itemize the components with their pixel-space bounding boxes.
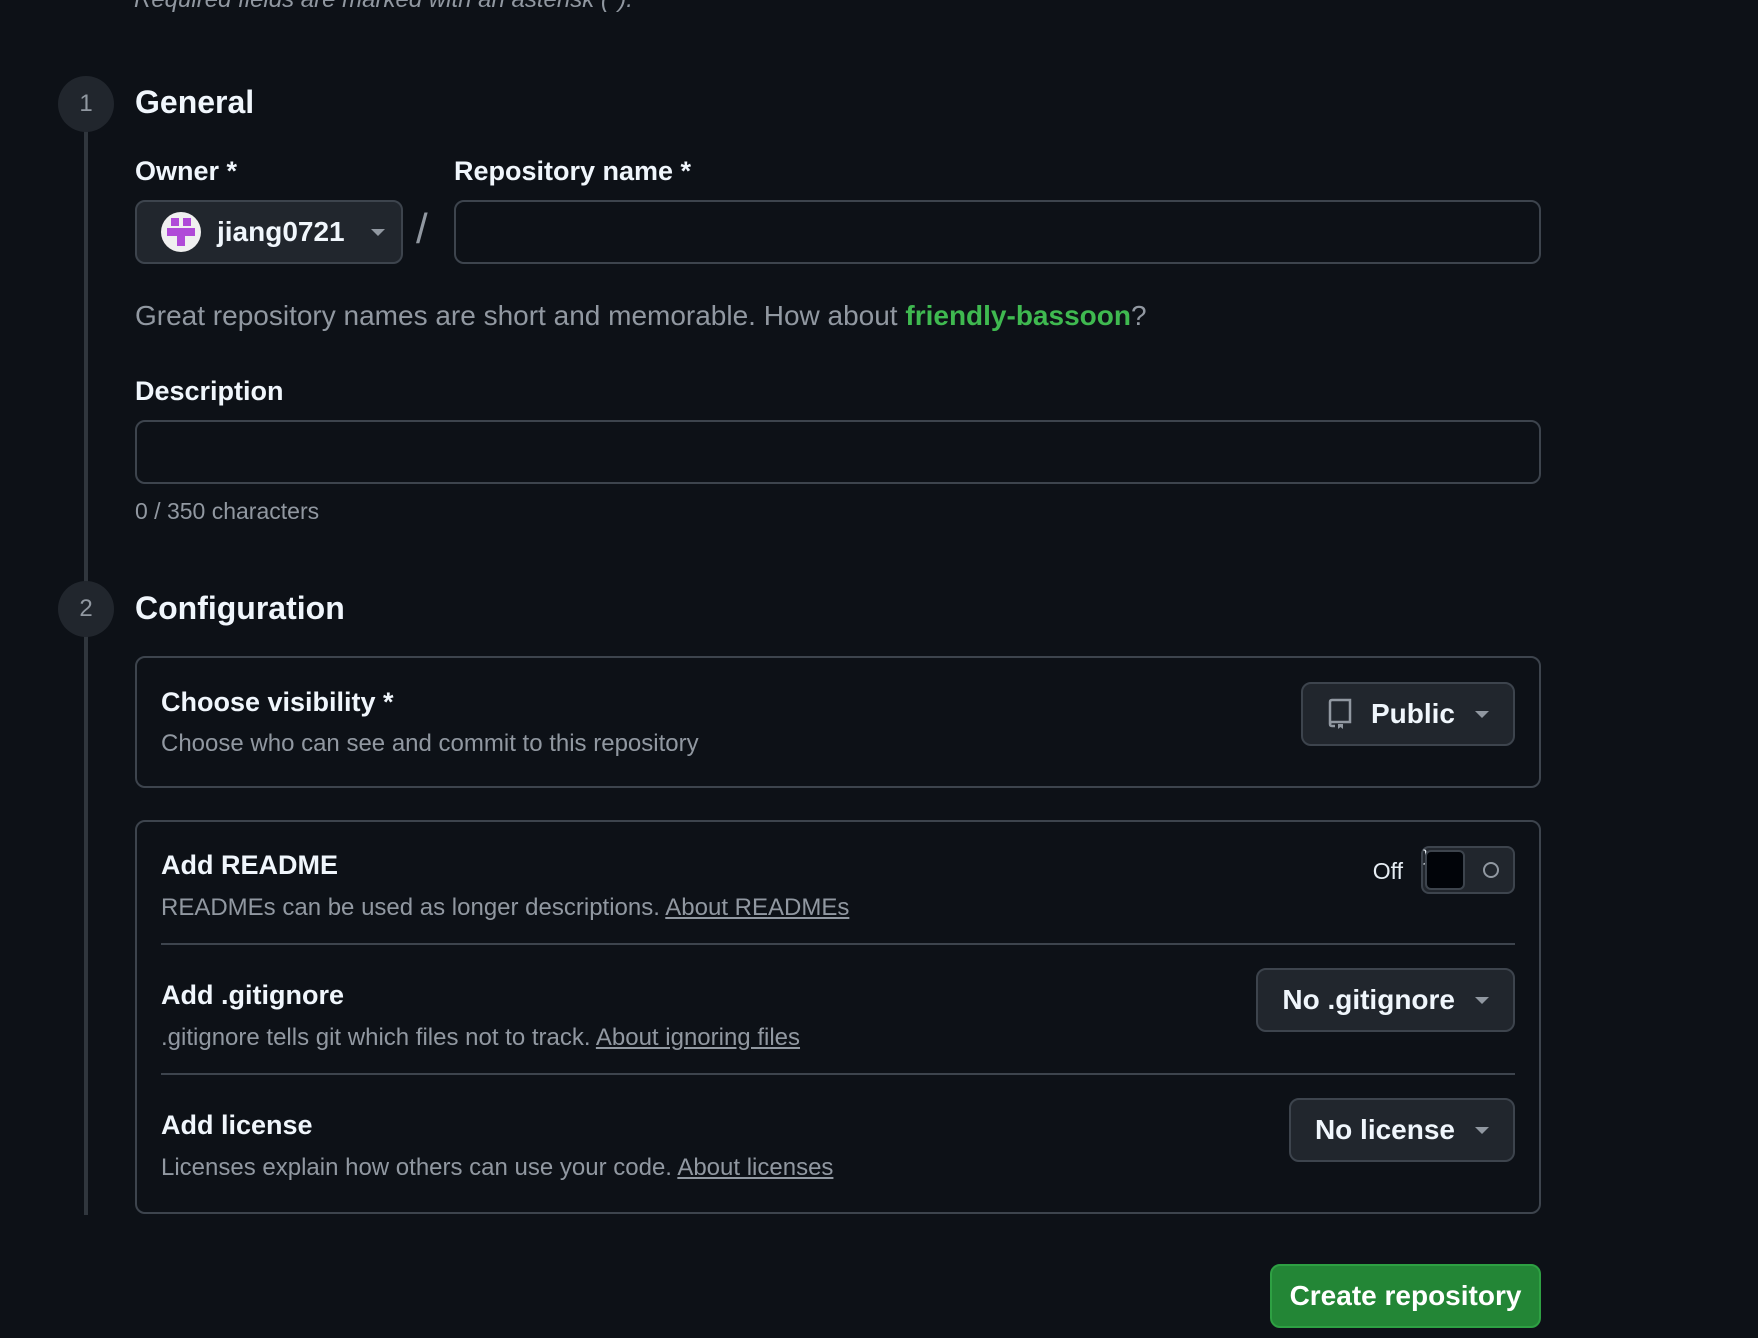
repo-name-input[interactable] — [454, 200, 1541, 264]
section-title-general: General — [135, 84, 255, 120]
readme-description: READMEs can be used as longer descriptio… — [161, 894, 849, 922]
about-ignoring-files-link[interactable]: About ignoring files — [596, 1024, 800, 1051]
avatar — [161, 212, 201, 252]
repo-options-box: Add README READMEs can be used as longer… — [135, 820, 1541, 1214]
chevron-down-icon — [1475, 710, 1489, 718]
repo-name-label: Repository name * — [454, 156, 692, 186]
divider — [161, 1073, 1515, 1075]
readme-desc-text: READMEs can be used as longer descriptio… — [161, 894, 666, 921]
visibility-selected: Public — [1370, 698, 1455, 729]
gitignore-description: .gitignore tells git which files not to … — [161, 1024, 800, 1052]
readme-title: Add README — [161, 850, 338, 880]
required-fields-note: Required fields are marked with an aster… — [134, 0, 633, 14]
visibility-title: Choose visibility * — [161, 687, 394, 717]
hint-text: Great repository names are short and mem… — [135, 300, 906, 331]
owner-label: Owner * — [135, 156, 238, 186]
readme-toggle-label: Off — [1372, 858, 1403, 884]
visibility-select-button[interactable]: Public — [1300, 682, 1515, 746]
step-rail — [84, 130, 88, 1215]
toggle-off-icon — [1483, 862, 1499, 878]
gitignore-title: Add .gitignore — [161, 980, 344, 1010]
section-title-configuration: Configuration — [135, 590, 345, 626]
visibility-description: Choose who can see and commit to this re… — [161, 730, 699, 757]
license-select-button[interactable]: No license — [1288, 1098, 1515, 1162]
new-repository-form: Required fields are marked with an aster… — [0, 0, 1758, 1338]
license-description: Licenses explain how others can use your… — [161, 1154, 833, 1182]
license-selected: No license — [1314, 1114, 1455, 1145]
owner-select-button[interactable]: jiang0721 — [135, 200, 403, 264]
chevron-down-icon — [1475, 1126, 1489, 1134]
about-licenses-link[interactable]: About licenses — [677, 1154, 833, 1181]
description-input[interactable] — [135, 420, 1541, 484]
step-1-indicator: 1 — [58, 76, 114, 132]
toggle-knob — [1425, 850, 1465, 890]
readme-toggle[interactable]: } — [1421, 846, 1515, 894]
chevron-down-icon — [370, 228, 385, 236]
owner-repo-separator: / — [416, 205, 428, 252]
gitignore-select-button[interactable]: No .gitignore — [1256, 968, 1515, 1032]
chevron-down-icon — [1475, 996, 1489, 1004]
repo-name-hint: Great repository names are short and mem… — [135, 300, 1147, 332]
divider — [161, 943, 1515, 945]
gitignore-desc-text: .gitignore tells git which files not to … — [161, 1024, 596, 1051]
description-char-count: 0 / 350 characters — [135, 498, 320, 524]
license-title: Add license — [161, 1110, 313, 1140]
hint-suffix: ? — [1130, 300, 1147, 331]
repo-icon — [1328, 698, 1352, 729]
owner-name: jiang0721 — [217, 216, 345, 247]
name-suggestion-link[interactable]: friendly-bassoon — [905, 300, 1131, 331]
create-repository-button[interactable]: Create repository — [1270, 1264, 1541, 1328]
about-readmes-link[interactable]: About READMEs — [665, 894, 849, 921]
step-2-indicator: 2 — [58, 581, 114, 637]
visibility-box: Choose visibility * Choose who can see a… — [135, 656, 1541, 788]
license-desc-text: Licenses explain how others can use your… — [161, 1154, 678, 1181]
gitignore-selected: No .gitignore — [1282, 984, 1455, 1015]
description-label: Description — [135, 376, 284, 406]
